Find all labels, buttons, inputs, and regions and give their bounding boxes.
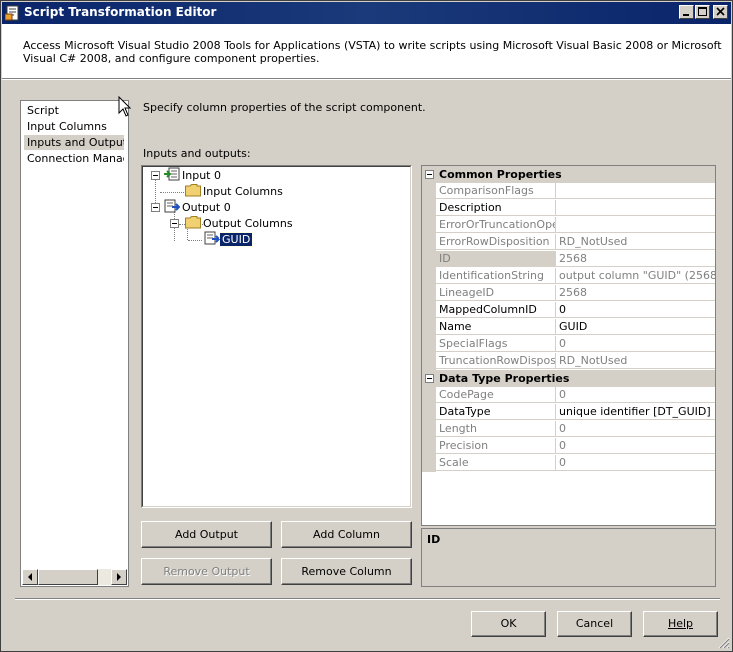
property-row-lineageid[interactable]: LineageID 2568: [422, 285, 715, 302]
tree-node-output-columns[interactable]: Output Columns: [185, 215, 295, 231]
property-row-truncationrowdisposition[interactable]: TruncationRowDispositicRD_NotUsed: [422, 353, 715, 370]
folder-icon: [185, 216, 201, 229]
tree-node-label: Output 0: [182, 201, 231, 214]
page-navigation-list[interactable]: Script Input Columns Inputs and Outputs …: [20, 100, 129, 587]
collapse-category-toggle[interactable]: [425, 170, 434, 179]
header-description: Access Microsoft Visual Studio 2008 Tool…: [23, 39, 722, 65]
remove-output-button[interactable]: Remove Output: [141, 558, 272, 585]
arrow-left-icon: [28, 573, 32, 581]
inputs-outputs-tree[interactable]: Input 0 Input Columns Output 0 Output Co…: [141, 165, 412, 508]
property-row-errorrowdisposition[interactable]: ErrorRowDisposition RD_NotUsed: [422, 234, 715, 251]
nav-item-connection-managers[interactable]: Connection Managers: [24, 151, 124, 166]
property-row-scale[interactable]: Scale 0: [422, 455, 715, 472]
arrow-right-icon: [117, 573, 121, 581]
input-icon: [164, 167, 180, 181]
title-bar[interactable]: Script Transformation Editor: [2, 2, 731, 24]
minimize-button[interactable]: [679, 5, 694, 19]
property-row-description[interactable]: Description: [422, 200, 715, 217]
property-grid[interactable]: Common Properties ComparisonFlags Descri…: [421, 165, 716, 526]
property-row-datatype[interactable]: DataType unique identifier [DT_GUID]: [422, 404, 715, 421]
property-description-panel: ID: [421, 528, 716, 587]
tree-node-input-0[interactable]: Input 0: [164, 167, 223, 183]
nav-horizontal-scrollbar[interactable]: [22, 569, 127, 585]
help-button[interactable]: Help: [643, 611, 718, 637]
resize-grip-icon[interactable]: [718, 637, 730, 649]
add-column-button[interactable]: Add Column: [281, 521, 412, 548]
column-icon: [204, 231, 221, 245]
dialog-window: Script Transformation Editor Access Micr…: [0, 0, 733, 652]
tree-node-label: Output Columns: [203, 217, 293, 230]
property-row-errorortruncationoperation[interactable]: ErrorOrTruncationOpera: [422, 217, 715, 234]
footer-separator: [15, 598, 720, 600]
instruction-text: Specify column properties of the script …: [143, 101, 426, 114]
mouse-cursor-icon: [118, 96, 132, 117]
folder-icon: [185, 184, 201, 197]
property-row-codepage[interactable]: CodePage 0: [422, 387, 715, 404]
property-row-specialflags[interactable]: SpecialFlags 0: [422, 336, 715, 353]
data-type-properties-category[interactable]: Data Type Properties: [422, 370, 715, 387]
tree-node-output-0[interactable]: Output 0: [164, 199, 233, 215]
tree-node-guid[interactable]: GUID: [204, 231, 254, 247]
tree-node-label: Input 0: [182, 169, 221, 182]
property-description-title: ID: [427, 533, 441, 546]
window-title: Script Transformation Editor: [24, 5, 217, 19]
property-row-comparisonflags[interactable]: ComparisonFlags: [422, 183, 715, 200]
scroll-left-button[interactable]: [22, 569, 38, 585]
output-icon: [164, 199, 181, 213]
property-row-length[interactable]: Length 0: [422, 421, 715, 438]
input0-collapse-toggle[interactable]: [151, 171, 160, 180]
output-columns-collapse-toggle[interactable]: [170, 219, 179, 228]
ok-button[interactable]: OK: [471, 611, 546, 637]
tree-label: Inputs and outputs:: [143, 147, 251, 160]
nav-item-script[interactable]: Script: [24, 103, 124, 118]
tree-node-label-selected: GUID: [218, 232, 254, 247]
header-panel: Access Microsoft Visual Studio 2008 Tool…: [2, 24, 731, 78]
maximize-button[interactable]: [695, 5, 710, 19]
tree-node-input-columns[interactable]: Input Columns: [185, 183, 285, 199]
cancel-button[interactable]: Cancel: [557, 611, 632, 637]
minimize-icon: [683, 14, 689, 16]
common-properties-category[interactable]: Common Properties: [422, 166, 715, 183]
property-row-mappedcolumnid[interactable]: MappedColumnID 0: [422, 302, 715, 319]
property-row-precision[interactable]: Precision 0: [422, 438, 715, 455]
add-output-button[interactable]: Add Output: [141, 521, 272, 548]
header-separator: [2, 78, 731, 80]
nav-item-inputs-and-outputs[interactable]: Inputs and Outputs: [24, 135, 124, 150]
close-button[interactable]: [713, 5, 728, 19]
tree-viewport: Input 0 Input Columns Output 0 Output Co…: [142, 166, 411, 507]
close-icon: [716, 7, 725, 16]
remove-column-button[interactable]: Remove Column: [281, 558, 412, 585]
nav-item-input-columns[interactable]: Input Columns: [24, 119, 124, 134]
scroll-thumb[interactable]: [38, 569, 98, 585]
output0-collapse-toggle[interactable]: [151, 203, 160, 212]
tree-node-label: Input Columns: [203, 185, 283, 198]
scroll-right-button[interactable]: [111, 569, 127, 585]
collapse-category-toggle[interactable]: [425, 374, 434, 383]
property-row-id[interactable]: ID 2568: [422, 251, 715, 268]
script-app-icon: [5, 5, 19, 21]
property-row-name[interactable]: Name GUID: [422, 319, 715, 336]
property-row-identificationstring[interactable]: IdentificationString output column "GUID"…: [422, 268, 715, 285]
maximize-icon: [698, 7, 707, 16]
